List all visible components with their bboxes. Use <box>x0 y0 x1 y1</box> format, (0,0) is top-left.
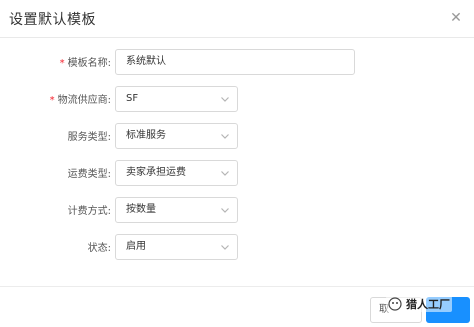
service-type-select[interactable]: 标准服务 <box>115 123 238 149</box>
billing-method-select[interactable]: 按数量 <box>115 197 238 223</box>
freight-type-value: 卖家承担运费 <box>126 167 186 178</box>
dialog: 设置默认模板 ✕ * 模板名称: 系统默认 * 物流供应商: SF 服务类型: 标准… <box>0 0 474 327</box>
billing-method-value: 按数量 <box>126 204 156 215</box>
template-name-input[interactable]: 系统默认 <box>115 49 355 75</box>
logistics-provider-label: * 物流供应商: <box>50 91 111 106</box>
freight-type-select[interactable]: 卖家承担运费 <box>115 160 238 186</box>
service-type-label: 服务类型: <box>67 132 111 143</box>
billing-method-label: 计费方式: <box>67 206 111 217</box>
template-name-label: * 模板名称: <box>60 54 111 69</box>
dialog-title: 设置默认模板 <box>9 12 96 28</box>
chevron-down-icon <box>220 168 230 178</box>
logistics-provider-label-text: 物流供应商: <box>57 95 111 106</box>
form-row-logistics-provider: * 物流供应商: SF <box>0 86 474 112</box>
required-star: * <box>59 58 65 69</box>
close-icon[interactable]: ✕ <box>448 10 464 26</box>
form-row-status: 状态: 启用 <box>0 234 474 260</box>
freight-type-label: 运费类型: <box>67 169 111 180</box>
status-select[interactable]: 启用 <box>115 234 238 260</box>
required-star: * <box>49 95 55 106</box>
wechat-logo-icon <box>388 297 402 311</box>
watermark-text: 猎人工厂 <box>406 298 450 311</box>
chevron-down-icon <box>220 131 230 141</box>
form-row-service-type: 服务类型: 标准服务 <box>0 123 474 149</box>
watermark: 猎人工厂 <box>386 296 452 312</box>
form-row-template-name: * 模板名称: 系统默认 <box>0 49 474 75</box>
logistics-provider-value: SF <box>126 93 139 104</box>
template-name-label-text: 模板名称: <box>67 58 111 69</box>
logistics-provider-select[interactable]: SF <box>115 86 238 112</box>
status-value: 启用 <box>126 241 146 252</box>
form-row-freight-type: 运费类型: 卖家承担运费 <box>0 160 474 186</box>
service-type-value: 标准服务 <box>126 130 166 141</box>
status-label: 状态: <box>87 243 111 254</box>
chevron-down-icon <box>220 94 230 104</box>
dialog-header: 设置默认模板 ✕ <box>0 0 474 38</box>
chevron-down-icon <box>220 205 230 215</box>
chevron-down-icon <box>220 242 230 252</box>
form-row-billing-method: 计费方式: 按数量 <box>0 197 474 223</box>
